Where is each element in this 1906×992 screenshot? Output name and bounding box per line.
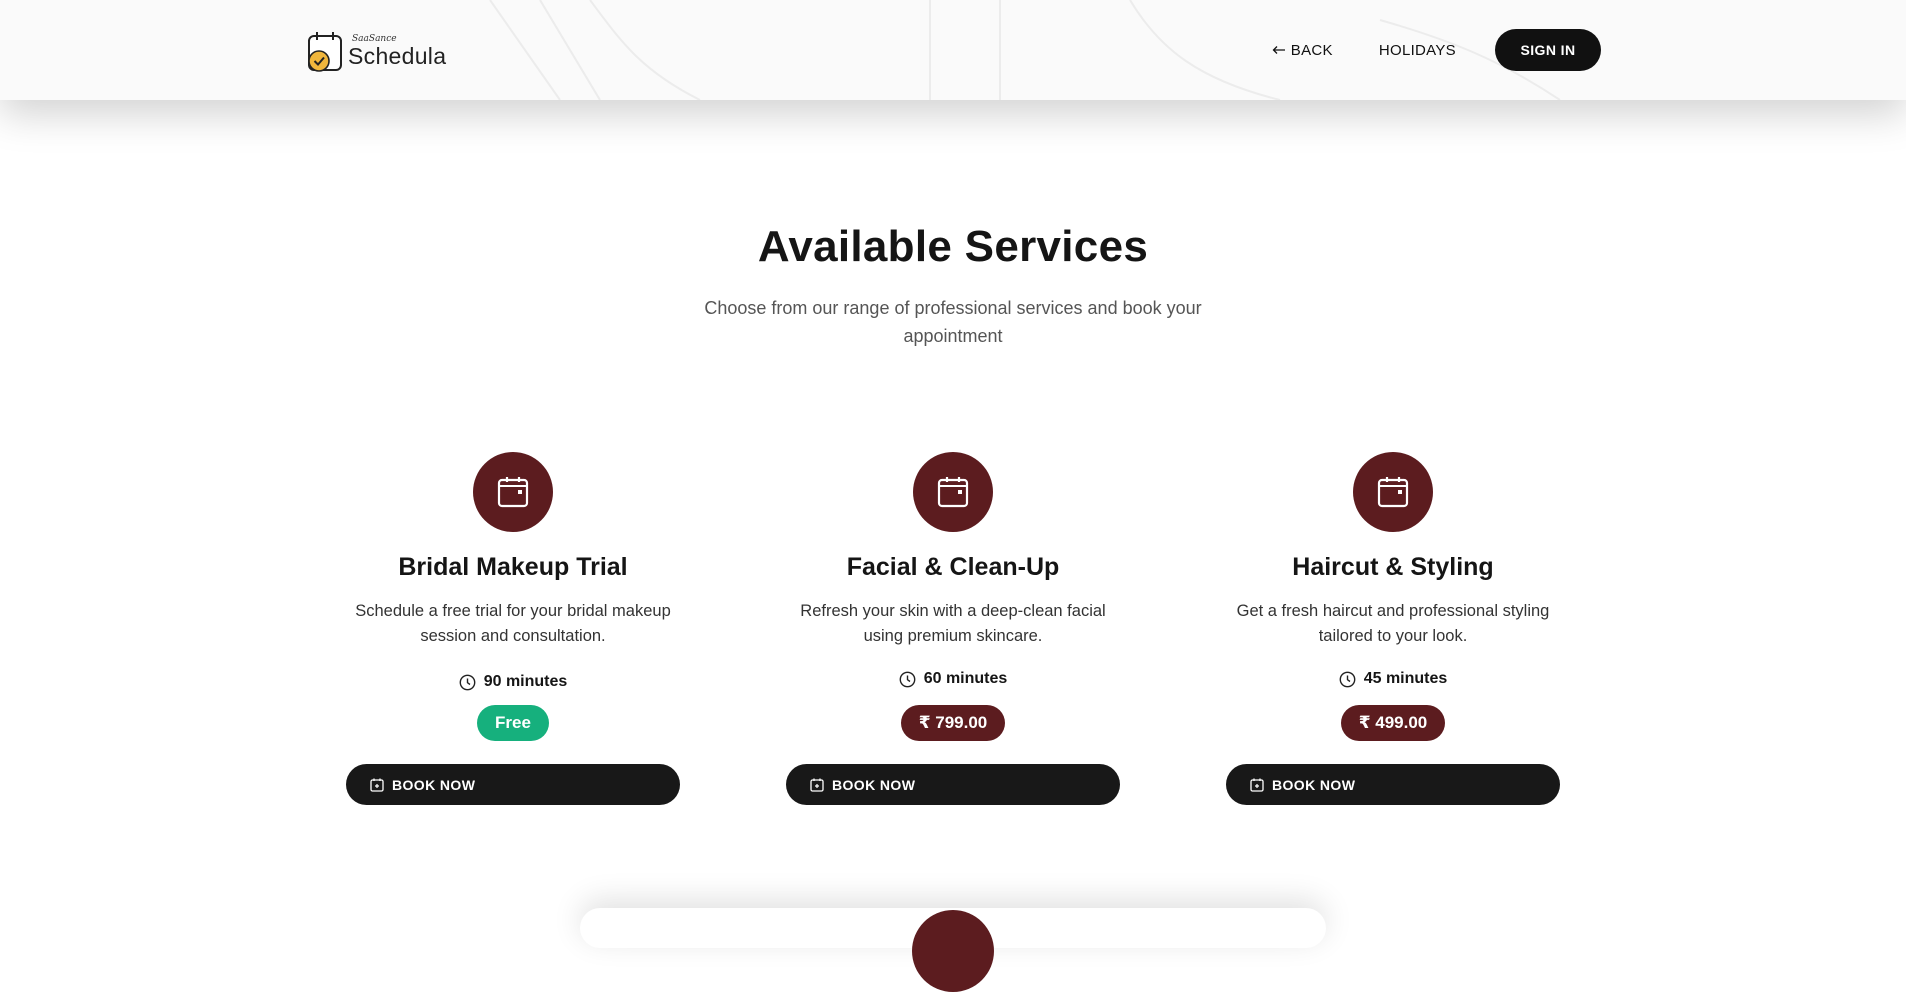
service-description: Refresh your skin with a deep-clean faci…	[800, 602, 1106, 645]
book-now-button[interactable]: BOOK NOW	[786, 764, 1120, 805]
duration-label: 60 minutes	[923, 670, 1008, 687]
sign-in-button[interactable]: SIGN IN	[1495, 29, 1601, 71]
service-title: Bridal Makeup Trial	[398, 553, 628, 581]
page-subtitle: Choose from our range of professional se…	[704, 298, 1202, 346]
calendar-icon	[912, 910, 994, 992]
price-badge: ₹ 499.00	[1340, 705, 1446, 741]
calendar-icon	[1353, 452, 1433, 532]
page-title: Available Services	[757, 222, 1149, 271]
price-badge: Free	[477, 705, 549, 741]
service-description: Get a fresh haircut and professional sty…	[1236, 602, 1550, 645]
duration-label: 45 minutes	[1363, 670, 1448, 687]
back-label: BACK	[1290, 41, 1333, 59]
holidays-label: HOLIDAYS	[1378, 41, 1456, 59]
price-badge: ₹ 799.00	[900, 705, 1006, 741]
service-title: Facial & Clean-Up	[846, 553, 1060, 581]
holidays-link[interactable]: HOLIDAYS	[1379, 42, 1456, 59]
calendar-plus-icon	[370, 778, 384, 792]
clock-icon	[899, 671, 916, 687]
calendar-plus-icon	[810, 778, 824, 792]
duration-label: 90 minutes	[483, 673, 568, 690]
clock-icon	[459, 674, 476, 690]
service-duration: 60 minutes	[786, 668, 1120, 690]
book-now-label: BOOK NOW	[1272, 776, 1356, 793]
service-title: Haircut & Styling	[1292, 553, 1494, 581]
service-card-bridal-makeup: Bridal Makeup Trial Schedule a free tria…	[346, 452, 680, 805]
service-duration: 90 minutes	[346, 671, 680, 693]
clock-icon	[1339, 671, 1356, 687]
calendar-icon	[473, 452, 553, 532]
calendar-check-icon	[306, 30, 346, 74]
arrow-left-icon	[1272, 46, 1285, 54]
next-service-card	[580, 908, 1326, 992]
calendar-plus-icon	[1250, 778, 1264, 792]
calendar-icon	[913, 452, 993, 532]
header-background-pattern	[489, 0, 1561, 100]
service-duration: 45 minutes	[1226, 668, 1560, 690]
book-now-label: BOOK NOW	[832, 776, 916, 793]
site-header: SaaSance Schedula BACK HOLIDAYS SIGN IN	[0, 0, 1906, 100]
service-card-haircut: Haircut & Styling Get a fresh haircut an…	[1226, 452, 1560, 805]
book-now-button[interactable]: BOOK NOW	[1226, 764, 1560, 805]
service-card-facial: Facial & Clean-Up Refresh your skin with…	[786, 452, 1120, 805]
book-now-button[interactable]: BOOK NOW	[346, 764, 680, 805]
schedula-logo[interactable]: SaaSance Schedula	[306, 29, 448, 74]
top-nav: BACK HOLIDAYS SIGN IN	[1272, 29, 1601, 71]
service-description: Schedule a free trial for your bridal ma…	[355, 602, 671, 645]
logo-wordmark: Schedula	[348, 42, 447, 69]
back-link[interactable]: BACK	[1272, 42, 1333, 59]
book-now-label: BOOK NOW	[392, 776, 476, 793]
